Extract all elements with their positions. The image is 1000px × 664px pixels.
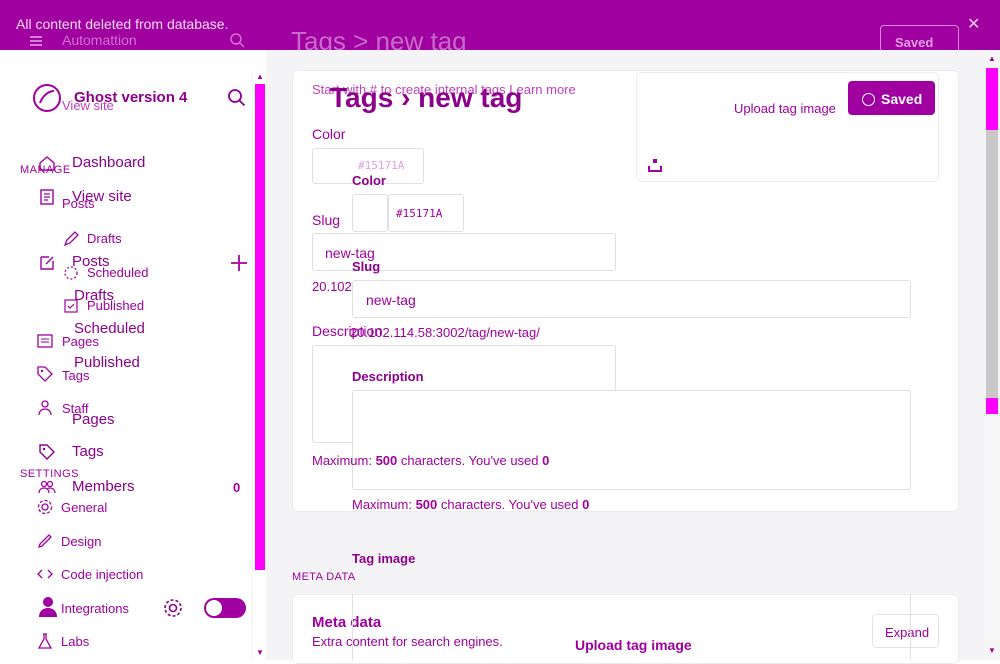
sidebar-item-general[interactable]: General xyxy=(61,500,107,515)
color-swatch[interactable] xyxy=(352,194,388,232)
search-icon[interactable] xyxy=(227,88,247,113)
tag-image-label: Tag image xyxy=(352,551,416,566)
saved-button-label: Saved xyxy=(881,91,923,107)
sidebar-item-pages[interactable]: Pages xyxy=(72,411,115,428)
description-limit: Maximum: 500 characters. You've used 0 xyxy=(352,497,590,512)
sidebar: Ghost version 4 View site Dashboard MANA… xyxy=(0,50,252,660)
color-value: #15171A xyxy=(396,207,443,220)
view-site-link-ghost: View site xyxy=(62,98,114,113)
edit-icon xyxy=(38,253,56,271)
gear-icon[interactable] xyxy=(162,597,184,624)
page-scrollbar[interactable]: ▲ ▼ xyxy=(984,50,1000,660)
sidebar-item-scheduled-ghost: Scheduled xyxy=(87,265,149,280)
slug-label-ghost: Slug xyxy=(312,212,341,228)
sidebar-item-published-ghost: Published xyxy=(87,298,145,313)
upload-tag-image-ghost: Upload tag image xyxy=(734,101,836,116)
avatar-icon[interactable] xyxy=(36,594,60,623)
ghost-logo-icon xyxy=(32,83,62,118)
sidebar-item-tags-ghost: Tags xyxy=(62,368,90,383)
notification-banner: All content deleted from database. Autom… xyxy=(0,0,1000,57)
close-icon[interactable]: ✕ xyxy=(967,14,980,34)
description-label-ghost: Description xyxy=(312,323,383,339)
color-value-ghost: #15171A xyxy=(358,159,405,172)
night-mode-toggle[interactable] xyxy=(204,598,246,618)
ghost-app-title: Automattion xyxy=(62,32,137,48)
saved-button[interactable]: Saved xyxy=(848,81,935,115)
scroll-marker xyxy=(986,398,998,414)
scroll-up-icon[interactable]: ▲ xyxy=(988,54,996,63)
scroll-down-icon[interactable]: ▼ xyxy=(256,648,264,657)
description-textarea[interactable] xyxy=(352,390,911,490)
gear-icon xyxy=(36,498,54,516)
sidebar-item-pages-ghost: Pages xyxy=(62,334,99,349)
slug-value: new-tag xyxy=(366,292,416,308)
published-icon xyxy=(62,297,80,315)
scroll-down-icon[interactable]: ▼ xyxy=(988,646,996,655)
labs-icon xyxy=(36,632,54,650)
scroll-up-icon[interactable]: ▲ xyxy=(256,72,264,81)
page-scroll-thumb[interactable] xyxy=(986,130,998,398)
check-icon xyxy=(862,93,875,106)
sidebar-scrollbar[interactable]: ▲ ▼ xyxy=(252,70,266,660)
hamburger-icon[interactable] xyxy=(24,30,48,52)
sidebar-item-design[interactable]: Design xyxy=(61,534,101,549)
members-icon xyxy=(38,478,56,496)
code-icon xyxy=(36,565,54,583)
slug-input[interactable] xyxy=(352,280,911,318)
sidebar-item-code-injection[interactable]: Code injection xyxy=(61,567,143,582)
sidebar-item-labs[interactable]: Labs xyxy=(61,634,89,649)
color-label: Color xyxy=(352,173,386,188)
tag-icon xyxy=(38,443,56,461)
sidebar-item-drafts-ghost: Drafts xyxy=(87,231,122,246)
sidebar-item-dashboard[interactable]: Dashboard xyxy=(72,154,145,171)
breadcrumb-tags[interactable]: Tags xyxy=(330,82,393,113)
breadcrumb-current: new tag xyxy=(418,82,523,113)
upload-tag-image[interactable]: Upload tag image xyxy=(575,637,692,653)
edit-icon xyxy=(62,230,80,248)
slug-label: Slug xyxy=(352,259,381,274)
staff-icon xyxy=(36,399,54,417)
breadcrumb-separator: › xyxy=(401,82,411,113)
scheduled-icon xyxy=(62,264,80,282)
upload-icon[interactable] xyxy=(648,158,662,177)
sidebar-item-members[interactable]: Members xyxy=(72,478,135,495)
posts-icon xyxy=(38,188,56,206)
page-title: Tags › new tag xyxy=(330,82,522,114)
members-count: 0 xyxy=(233,480,241,495)
brush-icon xyxy=(36,532,54,550)
pages-icon xyxy=(36,332,54,350)
manage-heading: MANAGE xyxy=(20,164,71,176)
scroll-marker xyxy=(986,68,998,130)
sidebar-item-tags[interactable]: Tags xyxy=(72,443,104,460)
meta-data-heading: META DATA xyxy=(292,571,356,583)
color-label-ghost: Color xyxy=(312,126,346,142)
sidebar-scroll-thumb[interactable] xyxy=(255,84,265,570)
sidebar-item-posts-ghost: Posts xyxy=(62,196,95,211)
description-label: Description xyxy=(352,369,424,384)
plus-icon[interactable] xyxy=(229,253,249,278)
description-limit-ghost: Maximum: 500 characters. You've used 0 xyxy=(312,453,550,468)
tag-icon xyxy=(36,365,54,383)
sidebar-item-integrations[interactable]: Integrations xyxy=(61,601,129,616)
